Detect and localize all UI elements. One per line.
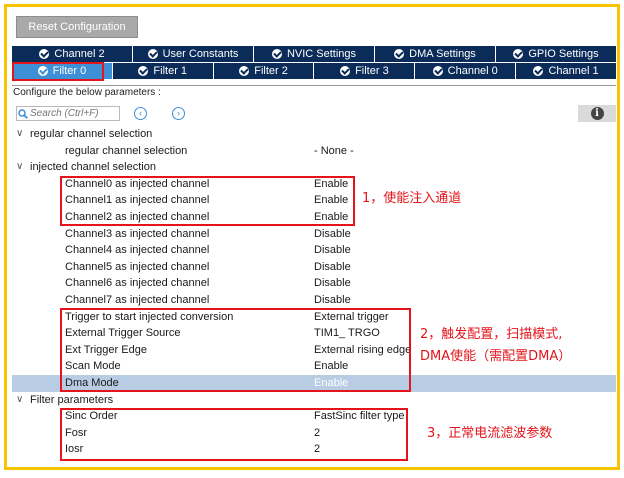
check-circle-icon — [39, 49, 50, 59]
tab-label: Filter 2 — [254, 65, 288, 77]
search-field[interactable] — [16, 106, 120, 121]
tab-bar-row-1: Channel 2 User Constants NVIC Settings D… — [12, 46, 616, 62]
param-value: Disable — [314, 293, 351, 306]
tab-user-constants[interactable]: User Constants — [133, 46, 254, 62]
tab-label: Channel 2 — [54, 48, 105, 60]
tab-filter-1[interactable]: Filter 1 — [113, 63, 214, 79]
check-circle-icon — [513, 49, 524, 59]
tab-channel-0[interactable]: Channel 0 — [415, 63, 517, 79]
tab-label: Channel 0 — [447, 65, 498, 77]
chevron-right-icon: › — [177, 108, 180, 118]
highlight-box-trigger-settings — [60, 308, 411, 392]
tab-channel-1[interactable]: Channel 1 — [516, 63, 616, 79]
annotation-1: 1，使能注入通道 — [362, 191, 462, 206]
annotation-3: 3，正常电流滤波参数 — [427, 426, 553, 441]
param-value: Disable — [314, 260, 351, 273]
tab-filter-3[interactable]: Filter 3 — [314, 63, 416, 79]
param-name: Channel7 as injected channel — [65, 293, 210, 306]
active-tab-highlight — [12, 62, 104, 81]
tab-label: Filter 1 — [153, 65, 188, 77]
group-filter-parameters[interactable]: ∨ Filter parameters — [12, 392, 616, 409]
search-previous-button[interactable]: ‹ — [134, 107, 147, 120]
configure-hint: Configure the below parameters : — [12, 85, 616, 98]
param-row[interactable]: Channel4 as injected channel Disable — [12, 242, 616, 259]
param-row[interactable]: regular channel selection - None - — [12, 143, 616, 160]
reset-configuration-button[interactable]: Reset Configuration — [16, 16, 138, 38]
param-value: Disable — [314, 244, 351, 257]
tab-gpio-settings[interactable]: GPIO Settings — [496, 46, 616, 62]
check-circle-icon — [394, 49, 405, 59]
tab-label: Filter 3 — [355, 65, 389, 77]
param-value: Disable — [314, 227, 351, 240]
group-label: Filter parameters — [30, 393, 114, 406]
param-name: Channel5 as injected channel — [65, 260, 210, 273]
param-row[interactable]: Channel5 as injected channel Disable — [12, 259, 616, 276]
info-button[interactable]: i — [578, 105, 616, 122]
search-bar: ‹ › i — [12, 105, 616, 123]
search-next-button[interactable]: › — [172, 107, 185, 120]
tab-label: User Constants — [162, 48, 239, 60]
search-icon — [18, 108, 28, 119]
check-circle-icon — [239, 66, 250, 76]
tab-label: NVIC Settings — [286, 48, 357, 60]
param-name: regular channel selection — [65, 144, 188, 157]
tab-channel-2[interactable]: Channel 2 — [12, 46, 133, 62]
chevron-down-icon: ∨ — [16, 128, 24, 139]
chevron-down-icon: ∨ — [16, 161, 24, 173]
highlight-box-injected-channels — [60, 176, 355, 226]
annotation-2-line-1: 2，触发配置，扫描模式, — [420, 327, 563, 342]
tab-filter-2[interactable]: Filter 2 — [214, 63, 315, 79]
param-value: Disable — [314, 277, 351, 290]
check-circle-icon — [271, 49, 282, 59]
group-label: regular channel selection — [30, 128, 153, 140]
param-value: - None - — [314, 144, 354, 157]
param-name: Channel3 as injected channel — [65, 227, 210, 240]
chevron-left-icon: ‹ — [139, 108, 142, 118]
tab-label: GPIO Settings — [528, 48, 599, 60]
group-injected-channel[interactable]: ∨ injected channel selection — [12, 159, 616, 176]
check-circle-icon — [432, 66, 443, 76]
info-icon: i — [590, 107, 604, 120]
chevron-down-icon: ∨ — [16, 393, 24, 405]
tab-dma-settings[interactable]: DMA Settings — [375, 46, 496, 62]
group-regular-channel[interactable]: ∨ regular channel selection — [12, 126, 616, 143]
tab-nvic-settings[interactable]: NVIC Settings — [254, 46, 375, 62]
check-circle-icon — [147, 49, 158, 59]
group-label: injected channel selection — [30, 161, 156, 174]
tab-label: Channel 1 — [548, 65, 599, 77]
param-row[interactable]: Channel7 as injected channel Disable — [12, 292, 616, 309]
param-row[interactable]: Channel6 as injected channel Disable — [12, 275, 616, 292]
highlight-box-filter-params — [60, 408, 408, 461]
annotation-2-line-2: DMA使能（需配置DMA） — [420, 349, 572, 364]
param-row[interactable]: Channel3 as injected channel Disable — [12, 226, 616, 243]
check-circle-icon — [340, 66, 351, 76]
check-circle-icon — [138, 66, 149, 76]
check-circle-icon — [533, 66, 544, 76]
search-input[interactable] — [30, 107, 118, 120]
tab-label: DMA Settings — [409, 48, 476, 60]
param-name: Channel4 as injected channel — [65, 244, 210, 257]
param-name: Channel6 as injected channel — [65, 277, 210, 290]
